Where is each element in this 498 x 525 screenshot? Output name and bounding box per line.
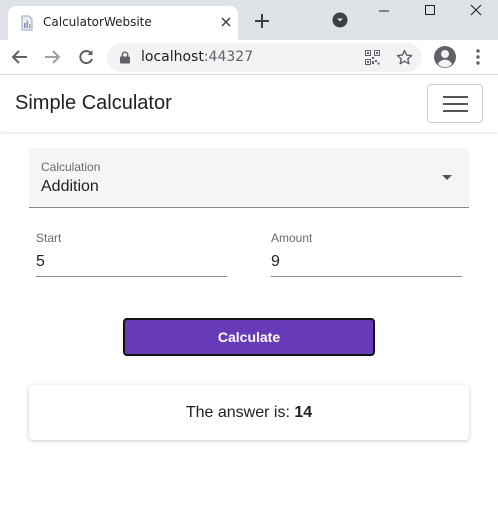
hamburger-icon (443, 96, 468, 98)
answer-card: The answer is: 14 (29, 385, 469, 440)
amount-input[interactable] (271, 251, 462, 273)
navbar-brand[interactable]: Simple Calculator (15, 92, 172, 115)
qr-code-icon[interactable] (365, 50, 380, 65)
start-input[interactable] (36, 251, 227, 273)
tab-title: CalculatorWebsite (43, 15, 152, 29)
reload-icon[interactable] (77, 48, 95, 66)
browser-toolbar: localhost:44327 (0, 40, 498, 75)
bookmark-star-icon[interactable] (396, 49, 413, 66)
new-tab-icon[interactable] (252, 11, 272, 31)
start-label: Start (36, 231, 62, 245)
calculate-button[interactable]: Calculate (123, 318, 375, 356)
favicon-icon (21, 15, 33, 31)
more-menu-icon[interactable] (471, 48, 485, 66)
close-tab-icon[interactable] (218, 14, 234, 30)
close-window-icon[interactable] (465, 2, 487, 20)
profile-icon[interactable] (433, 45, 457, 69)
hamburger-icon (443, 110, 468, 112)
calculation-label: Calculation (41, 160, 101, 174)
url-host: localhost (141, 49, 204, 65)
url-port: :44327 (203, 49, 254, 65)
calculation-select[interactable]: Calculation Addition (29, 148, 469, 208)
amount-field: Amount (271, 230, 462, 277)
tab-search-icon[interactable] (332, 12, 348, 28)
calculation-value: Addition (41, 178, 99, 195)
lock-icon[interactable] (119, 51, 131, 64)
back-icon[interactable] (11, 48, 29, 66)
url-text: localhost:44327 (141, 49, 253, 65)
address-bar[interactable]: localhost:44327 (107, 43, 422, 72)
forward-icon[interactable] (43, 48, 61, 66)
maximize-icon[interactable] (419, 2, 441, 20)
browser-titlebar: CalculatorWebsite (0, 0, 498, 40)
minimize-icon[interactable] (373, 2, 395, 20)
start-field: Start (36, 230, 227, 277)
hamburger-icon (443, 103, 468, 105)
dropdown-arrow-icon (442, 175, 452, 180)
answer-value: 14 (294, 404, 313, 421)
app-navbar: Simple Calculator (0, 75, 498, 132)
answer-prefix: The answer is: (185, 404, 295, 421)
navbar-toggle-button[interactable] (427, 84, 483, 123)
browser-tab[interactable]: CalculatorWebsite (8, 6, 238, 40)
amount-label: Amount (271, 231, 313, 245)
